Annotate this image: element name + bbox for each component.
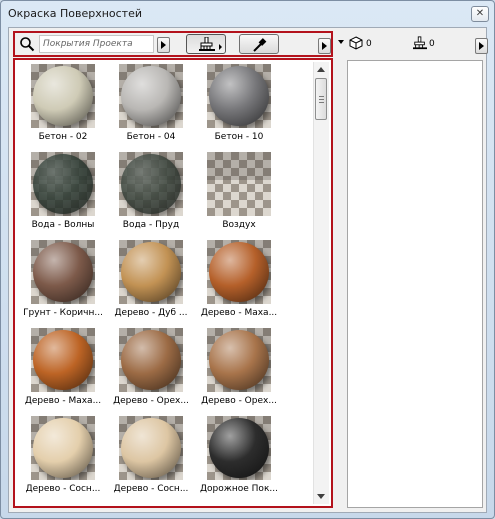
- material-tile[interactable]: Вода - Волны: [19, 152, 107, 238]
- scroll-up-icon[interactable]: [317, 67, 325, 72]
- material-sphere: [33, 242, 93, 302]
- brush-count: 0: [429, 39, 435, 49]
- close-button[interactable]: ✕: [471, 6, 489, 22]
- brush-icon: [413, 36, 427, 50]
- paint-brush-button[interactable]: [186, 34, 226, 54]
- dropdown-triangle-icon: [219, 44, 222, 50]
- material-tile[interactable]: Дерево - Сосн...: [107, 416, 195, 502]
- material-thumbnail: [207, 328, 271, 392]
- material-label: Вода - Волны: [31, 220, 95, 230]
- material-sphere: [209, 418, 269, 478]
- material-sphere: [121, 418, 181, 478]
- material-thumbnail: [207, 152, 271, 216]
- material-label: Вода - Пруд: [122, 220, 180, 230]
- material-tile[interactable]: Бетон - 04: [107, 64, 195, 150]
- material-tile[interactable]: Дерево - Маха...: [19, 328, 107, 414]
- toolbar: Покрытия Проекта: [13, 31, 333, 57]
- material-tile[interactable]: Дерево - Дуб ...: [107, 240, 195, 326]
- material-sphere: [33, 154, 93, 214]
- eyedropper-icon: [253, 38, 267, 52]
- material-tile[interactable]: Вода - Пруд: [107, 152, 195, 238]
- material-thumbnail: [119, 240, 183, 304]
- material-label: Дерево - Сосн...: [113, 484, 189, 494]
- material-label: Грунт - Коричн...: [23, 308, 103, 318]
- material-label: Дерево - Дуб ...: [114, 308, 188, 318]
- surface-count: 0: [366, 39, 372, 49]
- material-tile[interactable]: Грунт - Коричн...: [19, 240, 107, 326]
- material-label: Бетон - 04: [126, 132, 176, 142]
- material-sphere: [33, 66, 93, 126]
- material-thumbnail: [31, 328, 95, 392]
- preview-panel: [347, 60, 483, 508]
- material-label: Бетон - 10: [214, 132, 264, 142]
- material-sphere: [33, 418, 93, 478]
- filter-input[interactable]: Покрытия Проекта: [39, 35, 154, 53]
- scroll-thumb[interactable]: [315, 78, 327, 120]
- material-label: Дерево - Орех...: [201, 396, 277, 406]
- material-label: Дерево - Маха...: [200, 308, 278, 318]
- scroll-down-icon[interactable]: [317, 494, 325, 499]
- material-tile[interactable]: Бетон - 02: [19, 64, 107, 150]
- right-toolbar: 0 0: [335, 31, 488, 57]
- material-grid-panel: Бетон - 02 Бетон - 04 Бетон - 10 Вода - Вол…: [13, 58, 333, 508]
- material-tile[interactable]: Дерево - Орех...: [107, 328, 195, 414]
- material-thumbnail: [119, 328, 183, 392]
- material-sphere: [33, 330, 93, 390]
- material-label: Дерево - Сосн...: [25, 484, 101, 494]
- vertical-scrollbar[interactable]: [313, 62, 329, 504]
- material-tile[interactable]: Дерево - Орех...: [195, 328, 283, 414]
- material-thumbnail: [31, 416, 95, 480]
- material-thumbnail: [207, 416, 271, 480]
- eyedropper-button[interactable]: [239, 34, 279, 54]
- toolbar-menu-button[interactable]: [318, 38, 331, 54]
- window-title: Окраска Поверхностей: [8, 7, 142, 20]
- material-tile[interactable]: Дерево - Сосн...: [19, 416, 107, 502]
- material-label: Бетон - 02: [38, 132, 88, 142]
- cube-icon: [349, 36, 363, 50]
- surface-painter-window: Окраска Поверхностей ✕ Покрытия Проекта: [0, 0, 495, 519]
- search-icon[interactable]: [19, 36, 35, 52]
- material-thumbnail: [207, 64, 271, 128]
- material-sphere: [121, 66, 181, 126]
- dropdown-arrow-icon[interactable]: [338, 40, 344, 44]
- material-thumbnail: [119, 152, 183, 216]
- material-tile[interactable]: Воздух: [195, 152, 283, 238]
- material-thumbnail: [207, 240, 271, 304]
- material-label: Дерево - Орех...: [113, 396, 189, 406]
- material-sphere: [209, 330, 269, 390]
- right-panel-menu-button[interactable]: [475, 38, 488, 54]
- material-sphere: [121, 154, 181, 214]
- material-label: Воздух: [222, 220, 256, 230]
- material-sphere: [121, 330, 181, 390]
- material-label: Дерево - Маха...: [24, 396, 102, 406]
- material-tile[interactable]: Бетон - 10: [195, 64, 283, 150]
- material-thumbnail: [31, 152, 95, 216]
- material-thumbnail: [31, 240, 95, 304]
- material-thumbnail: [119, 416, 183, 480]
- material-thumbnail: [31, 64, 95, 128]
- filter-menu-button[interactable]: [157, 37, 170, 53]
- material-sphere: [209, 66, 269, 126]
- material-sphere: [121, 242, 181, 302]
- title-bar[interactable]: Окраска Поверхностей ✕: [1, 1, 494, 27]
- material-label: Дорожное Пок...: [200, 484, 278, 494]
- material-sphere: [209, 242, 269, 302]
- client-area: Покрытия Проекта Бетон - 02 Бетон - 04 Б…: [8, 27, 488, 513]
- paint-brush-icon: [199, 37, 215, 51]
- material-tile[interactable]: Дерево - Маха...: [195, 240, 283, 326]
- material-tile[interactable]: Дорожное Пок...: [195, 416, 283, 502]
- material-thumbnail: [119, 64, 183, 128]
